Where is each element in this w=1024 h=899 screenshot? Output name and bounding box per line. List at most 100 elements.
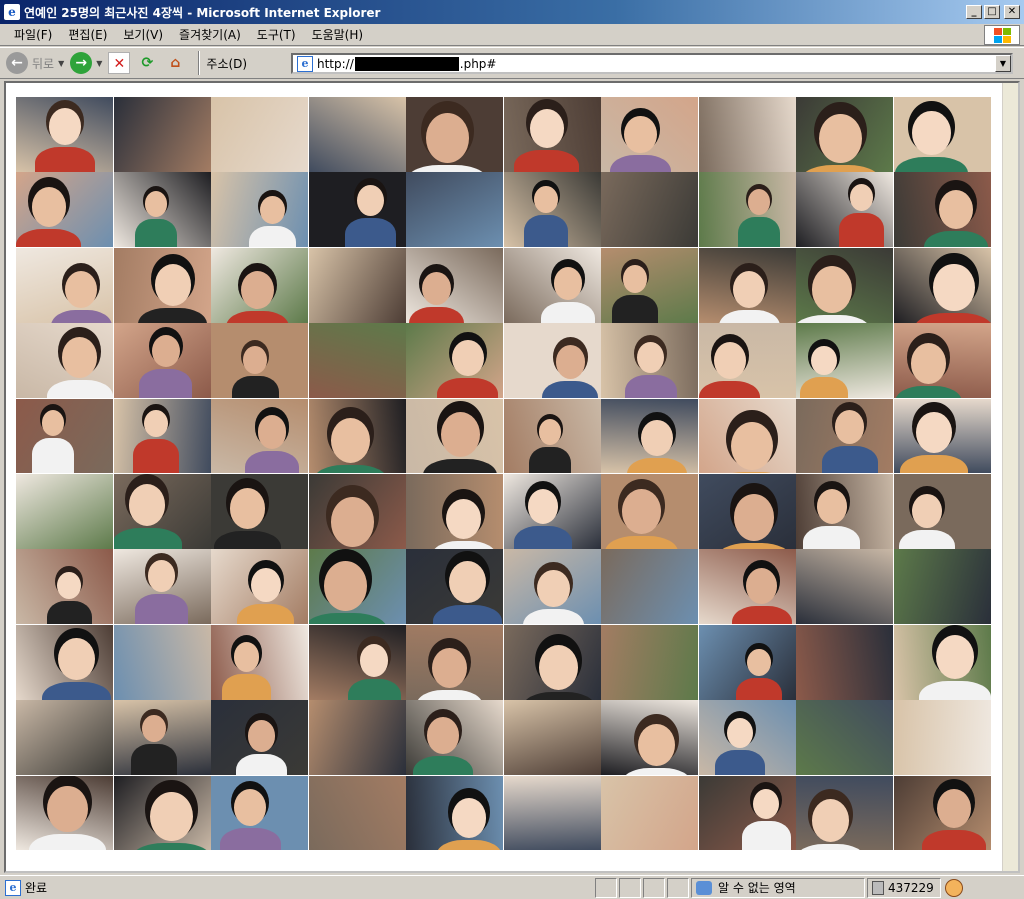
photo-thumbnail[interactable] <box>211 172 308 248</box>
photo-thumbnail[interactable] <box>406 624 503 700</box>
photo-thumbnail[interactable] <box>698 549 796 625</box>
photo-thumbnail[interactable] <box>698 323 796 399</box>
photo-thumbnail[interactable] <box>113 474 211 549</box>
photo-thumbnail[interactable] <box>113 398 211 474</box>
menu-favorites[interactable]: 즐겨찾기(A) <box>171 26 249 43</box>
photo-thumbnail[interactable] <box>113 775 211 851</box>
photo-thumbnail[interactable] <box>893 549 991 625</box>
vertical-scrollbar[interactable] <box>1002 83 1018 871</box>
photo-thumbnail[interactable] <box>406 398 503 474</box>
close-button[interactable]: ✕ <box>1004 5 1020 19</box>
photo-thumbnail[interactable] <box>698 172 796 248</box>
address-dropdown-button[interactable]: ▼ <box>995 55 1011 72</box>
menu-edit[interactable]: 편집(E) <box>60 26 115 43</box>
photo-thumbnail[interactable] <box>698 624 796 700</box>
photo-thumbnail[interactable] <box>16 474 113 549</box>
photo-thumbnail[interactable] <box>698 398 796 474</box>
photo-thumbnail[interactable] <box>893 323 991 399</box>
photo-thumbnail[interactable] <box>601 624 698 700</box>
photo-thumbnail[interactable] <box>796 398 893 474</box>
menu-file[interactable]: 파일(F) <box>6 26 60 43</box>
photo-thumbnail[interactable] <box>796 624 893 700</box>
photo-thumbnail[interactable] <box>211 97 308 172</box>
photo-thumbnail[interactable] <box>113 700 211 776</box>
photo-thumbnail[interactable] <box>796 247 893 323</box>
photo-thumbnail[interactable] <box>406 323 503 399</box>
photo-thumbnail[interactable] <box>796 97 893 172</box>
photo-thumbnail[interactable] <box>308 398 406 474</box>
photo-thumbnail[interactable] <box>601 700 698 776</box>
photo-thumbnail[interactable] <box>893 775 991 851</box>
photo-thumbnail[interactable] <box>211 700 308 776</box>
photo-thumbnail[interactable] <box>503 549 601 625</box>
photo-thumbnail[interactable] <box>308 172 406 248</box>
photo-thumbnail[interactable] <box>406 247 503 323</box>
photo-thumbnail[interactable] <box>16 624 113 700</box>
photo-thumbnail[interactable] <box>16 700 113 776</box>
photo-thumbnail[interactable] <box>893 172 991 248</box>
back-button[interactable]: ← 뒤로 ▼ <box>6 50 64 76</box>
photo-thumbnail[interactable] <box>601 172 698 248</box>
photo-thumbnail[interactable] <box>601 474 698 549</box>
photo-thumbnail[interactable] <box>503 474 601 549</box>
photo-thumbnail[interactable] <box>796 775 893 851</box>
photo-thumbnail[interactable] <box>308 624 406 700</box>
stop-button[interactable]: ✕ <box>108 50 131 76</box>
photo-thumbnail[interactable] <box>503 97 601 172</box>
photo-thumbnail[interactable] <box>698 97 796 172</box>
photo-thumbnail[interactable] <box>698 700 796 776</box>
refresh-button[interactable]: ⟳ <box>136 50 158 76</box>
photo-thumbnail[interactable] <box>503 323 601 399</box>
photo-thumbnail[interactable] <box>16 97 113 172</box>
photo-thumbnail[interactable] <box>211 247 308 323</box>
photo-thumbnail[interactable] <box>113 247 211 323</box>
photo-thumbnail[interactable] <box>406 97 503 172</box>
photo-thumbnail[interactable] <box>113 172 211 248</box>
menu-help[interactable]: 도움말(H) <box>304 26 372 43</box>
photo-thumbnail[interactable] <box>113 97 211 172</box>
photo-thumbnail[interactable] <box>893 97 991 172</box>
photo-thumbnail[interactable] <box>308 97 406 172</box>
photo-thumbnail[interactable] <box>211 398 308 474</box>
forward-button[interactable]: → ▼ <box>70 50 102 76</box>
menu-view[interactable]: 보기(V) <box>115 26 171 43</box>
photo-thumbnail[interactable] <box>16 247 113 323</box>
photo-thumbnail[interactable] <box>503 700 601 776</box>
photo-thumbnail[interactable] <box>893 398 991 474</box>
address-bar[interactable]: e http:// .php# ▼ <box>291 53 1013 74</box>
photo-thumbnail[interactable] <box>308 549 406 625</box>
back-dropdown-icon[interactable]: ▼ <box>58 59 64 68</box>
photo-thumbnail[interactable] <box>211 775 308 851</box>
photo-thumbnail[interactable] <box>796 700 893 776</box>
photo-thumbnail[interactable] <box>16 775 113 851</box>
photo-thumbnail[interactable] <box>406 549 503 625</box>
photo-thumbnail[interactable] <box>893 247 991 323</box>
photo-thumbnail[interactable] <box>796 323 893 399</box>
minimize-button[interactable]: _ <box>966 5 982 19</box>
photo-thumbnail[interactable] <box>113 549 211 625</box>
photo-thumbnail[interactable] <box>503 775 601 851</box>
photo-thumbnail[interactable] <box>601 398 698 474</box>
photo-thumbnail[interactable] <box>211 549 308 625</box>
photo-thumbnail[interactable] <box>16 549 113 625</box>
photo-thumbnail[interactable] <box>698 474 796 549</box>
photo-thumbnail[interactable] <box>796 172 893 248</box>
photo-thumbnail[interactable] <box>16 172 113 248</box>
maximize-button[interactable]: □ <box>984 5 1000 19</box>
photo-thumbnail[interactable] <box>893 700 991 776</box>
photo-thumbnail[interactable] <box>211 323 308 399</box>
photo-thumbnail[interactable] <box>893 474 991 549</box>
photo-thumbnail[interactable] <box>406 775 503 851</box>
photo-thumbnail[interactable] <box>503 398 601 474</box>
photo-thumbnail[interactable] <box>16 323 113 399</box>
photo-thumbnail[interactable] <box>406 700 503 776</box>
photo-thumbnail[interactable] <box>503 247 601 323</box>
photo-thumbnail[interactable] <box>308 247 406 323</box>
photo-thumbnail[interactable] <box>601 323 698 399</box>
forward-dropdown-icon[interactable]: ▼ <box>96 59 102 68</box>
photo-thumbnail[interactable] <box>211 624 308 700</box>
photo-thumbnail[interactable] <box>601 775 698 851</box>
photo-thumbnail[interactable] <box>113 624 211 700</box>
photo-thumbnail[interactable] <box>893 624 991 700</box>
photo-thumbnail[interactable] <box>308 474 406 549</box>
